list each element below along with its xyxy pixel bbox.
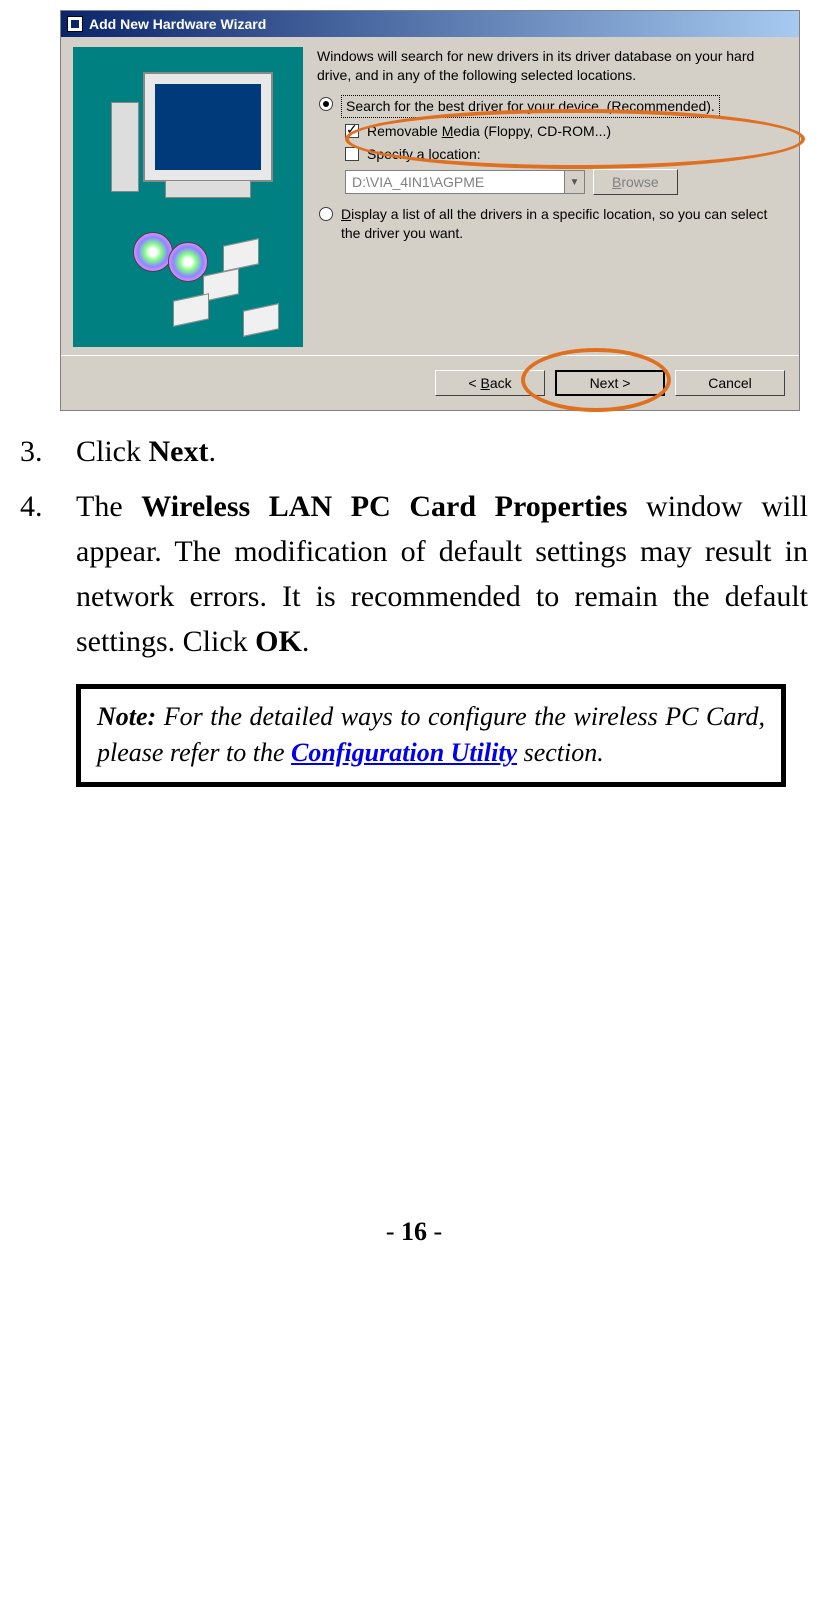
checkbox-icon xyxy=(345,147,359,161)
location-path-value: D:\VIA_4IN1\AGPME xyxy=(346,173,564,192)
info-text: Windows will search for new drivers in i… xyxy=(317,47,787,85)
options-panel: Windows will search for new drivers in i… xyxy=(317,47,787,347)
next-button[interactable]: Next > xyxy=(555,370,665,396)
wizard-icon xyxy=(67,16,83,32)
location-path-combo[interactable]: D:\VIA_4IN1\AGPME ▼ xyxy=(345,170,585,194)
page-number: - 16 - xyxy=(20,1217,808,1247)
option-search-best-driver[interactable]: Search for the best driver for your devi… xyxy=(319,95,787,118)
dialog-title: Add New Hardware Wizard xyxy=(89,16,266,32)
floppy-icon xyxy=(243,303,279,337)
radio-icon xyxy=(319,97,333,111)
note-text-post: section. xyxy=(517,738,604,767)
step-4: 4. The Wireless LAN PC Card Properties w… xyxy=(20,484,808,664)
note-box: Note: For the detailed ways to configure… xyxy=(76,684,786,787)
dialog-titlebar: Add New Hardware Wizard xyxy=(61,11,799,37)
cd-icon xyxy=(168,242,208,282)
dialog-footer: < Back Next > Cancel xyxy=(61,355,799,410)
check-specify-label: Specify a location: xyxy=(367,145,481,164)
floppy-icon xyxy=(223,238,259,272)
back-button[interactable]: < Back xyxy=(435,370,545,396)
step-text: The Wireless LAN PC Card Properties wind… xyxy=(76,484,808,664)
option-search-label: Search for the best driver for your devi… xyxy=(341,95,720,118)
radio-icon xyxy=(319,207,333,221)
step-text: Click Next. xyxy=(76,429,808,474)
cancel-button[interactable]: Cancel xyxy=(675,370,785,396)
computer-tower-icon xyxy=(111,102,139,192)
step-3: 3. Click Next. xyxy=(20,429,808,474)
instruction-list: 3. Click Next. 4. The Wireless LAN PC Ca… xyxy=(20,429,808,664)
checkbox-icon xyxy=(345,124,359,138)
note-label: Note: xyxy=(97,702,156,731)
step-number: 3. xyxy=(20,429,76,474)
option-display-label: Display a list of all the drivers in a s… xyxy=(341,205,787,243)
computer-monitor-icon xyxy=(143,72,273,182)
browse-button[interactable]: Browse xyxy=(593,169,678,195)
chevron-down-icon: ▼ xyxy=(564,171,584,193)
config-utility-link[interactable]: Configuration Utility xyxy=(291,738,517,767)
floppy-icon xyxy=(173,293,209,327)
check-specify-location[interactable]: Specify a location: xyxy=(345,145,787,164)
check-removable-media[interactable]: Removable Media (Floppy, CD-ROM...) xyxy=(345,122,787,141)
hardware-wizard-dialog: Add New Hardware Wizard Windows will sea… xyxy=(60,10,800,411)
check-removable-label: Removable Media (Floppy, CD-ROM...) xyxy=(367,122,611,141)
wizard-graphic xyxy=(73,47,303,347)
step-number: 4. xyxy=(20,484,76,664)
cd-icon xyxy=(133,232,173,272)
option-display-list[interactable]: Display a list of all the drivers in a s… xyxy=(319,205,787,243)
